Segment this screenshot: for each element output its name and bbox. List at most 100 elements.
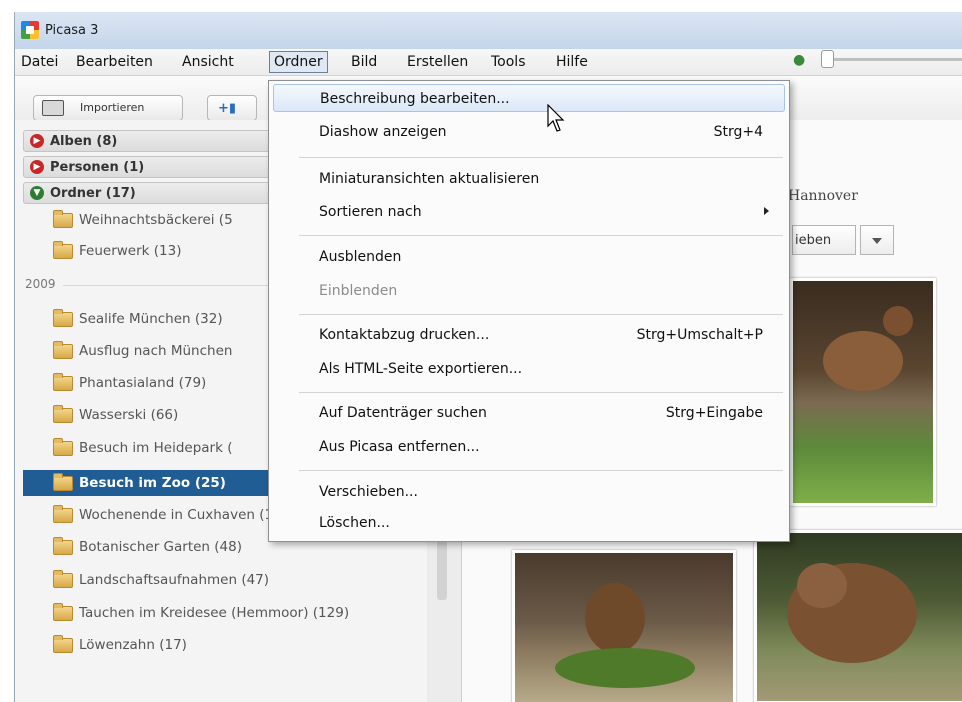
photo-thumbnail[interactable] bbox=[790, 278, 936, 506]
scrollbar-thumb[interactable] bbox=[437, 540, 447, 600]
menu-item-search-on-disk[interactable]: Auf Datenträger suchen Strg+Eingabe bbox=[273, 399, 785, 427]
add-to-album-button[interactable]: +▮ bbox=[207, 95, 257, 121]
menu-item-remove-from-picasa[interactable]: Aus Picasa entfernen... bbox=[273, 433, 785, 461]
folder-label: Besuch im Zoo (25) bbox=[79, 475, 226, 491]
folder-icon bbox=[53, 570, 73, 588]
menu-erstellen[interactable]: Erstellen bbox=[407, 54, 468, 70]
expand-arrow-icon[interactable]: ▶ bbox=[30, 160, 44, 174]
folder-icon bbox=[53, 405, 73, 423]
folder-label: Ausflug nach München bbox=[79, 343, 233, 359]
folder-label: Phantasialand (79) bbox=[79, 375, 207, 391]
menu-ordner[interactable]: Ordner bbox=[269, 51, 328, 73]
menu-bild[interactable]: Bild bbox=[351, 54, 377, 70]
menu-item-hide[interactable]: Ausblenden bbox=[273, 243, 785, 271]
folder-item[interactable]: Landschaftsaufnahmen (47) bbox=[39, 569, 423, 591]
menu-item-shortcut: Strg+Umschalt+P bbox=[636, 327, 763, 343]
year-divider-line bbox=[63, 285, 293, 286]
menu-item-refresh-thumbnails[interactable]: Miniaturansichten aktualisieren bbox=[273, 165, 785, 193]
menu-item-export-html[interactable]: Als HTML-Seite exportieren... bbox=[273, 355, 785, 383]
menu-bearbeiten[interactable]: Bearbeiten bbox=[76, 54, 153, 70]
zoom-slider-knob[interactable] bbox=[821, 50, 834, 68]
folder-item[interactable]: Löwenzahn (17) bbox=[39, 634, 423, 656]
share-dropdown-button[interactable] bbox=[860, 225, 894, 255]
menu-item-label: Als HTML-Seite exportieren... bbox=[319, 361, 523, 377]
bear-head-shape bbox=[797, 563, 847, 608]
section-albums-label: Alben (8) bbox=[50, 134, 118, 149]
zoom-icon: ● bbox=[793, 52, 806, 68]
folder-icon bbox=[53, 309, 73, 327]
menu-datei[interactable]: Datei bbox=[21, 54, 58, 70]
import-button[interactable]: Importieren bbox=[33, 95, 183, 121]
folder-label: Botanischer Garten (48) bbox=[79, 539, 242, 555]
menu-separator bbox=[299, 235, 783, 236]
bear-shape bbox=[585, 583, 645, 653]
folder-icon bbox=[53, 241, 73, 259]
menu-item-label: Diashow anzeigen bbox=[319, 124, 447, 140]
folder-icon bbox=[53, 603, 73, 621]
menu-item-label: Kontaktabzug drucken... bbox=[319, 327, 490, 343]
folder-label: Landschaftsaufnahmen (47) bbox=[79, 572, 270, 588]
folder-label: Wochenende in Cuxhaven (124) bbox=[79, 507, 296, 523]
folder-label: Löwenzahn (17) bbox=[79, 637, 187, 653]
picasa-window: Picasa 3 Datei Bearbeiten Ansicht Ordner… bbox=[14, 12, 962, 702]
menu-item-label: Einblenden bbox=[319, 283, 398, 299]
expand-arrow-icon[interactable]: ▶ bbox=[30, 134, 44, 148]
zoom-slider-track[interactable] bbox=[821, 58, 962, 61]
menu-item-move[interactable]: Verschieben... bbox=[273, 478, 785, 506]
share-button[interactable]: ieben bbox=[792, 225, 856, 255]
menu-item-label: Sortieren nach bbox=[319, 204, 422, 220]
menu-separator bbox=[299, 157, 783, 158]
mouse-cursor-icon bbox=[547, 104, 565, 132]
chevron-down-icon bbox=[872, 238, 882, 244]
menu-item-label: Ausblenden bbox=[319, 249, 402, 265]
folder-icon bbox=[53, 210, 73, 228]
menu-item-edit-description[interactable]: Beschreibung bearbeiten... bbox=[273, 84, 785, 112]
folder-label: Feuerwerk (13) bbox=[79, 243, 182, 259]
menu-item-slideshow[interactable]: Diashow anzeigen Strg+4 bbox=[273, 118, 785, 146]
folder-icon bbox=[53, 635, 73, 653]
menu-item-unhide: Einblenden bbox=[273, 277, 785, 305]
menu-item-shortcut: Strg+Eingabe bbox=[665, 405, 763, 421]
menu-item-label: Aus Picasa entfernen... bbox=[319, 439, 480, 455]
ordner-menu: Beschreibung bearbeiten... Diashow anzei… bbox=[268, 80, 790, 542]
collapse-arrow-icon[interactable]: ▼ bbox=[30, 186, 44, 200]
photo-thumbnail[interactable] bbox=[512, 550, 736, 702]
menu-item-label: Verschieben... bbox=[319, 484, 418, 500]
folder-icon bbox=[53, 341, 73, 359]
share-label: ieben bbox=[795, 233, 832, 248]
folder-label: Wasserski (66) bbox=[79, 407, 179, 423]
folder-item[interactable]: Tauchen im Kreidesee (Hemmoor) (129) bbox=[39, 602, 423, 624]
menu-item-shortcut: Strg+4 bbox=[713, 124, 763, 140]
folder-label: Weihnachtsbäckerei (5 bbox=[79, 212, 233, 228]
plant-shape bbox=[555, 648, 695, 688]
menu-item-label: Beschreibung bearbeiten... bbox=[320, 91, 510, 107]
folder-icon bbox=[53, 473, 73, 491]
year-divider-label: 2009 bbox=[25, 277, 56, 291]
menu-separator bbox=[299, 392, 783, 393]
picasa-logo-icon bbox=[21, 21, 39, 39]
add-to-album-icon: +▮ bbox=[218, 101, 237, 116]
menu-item-sort-by[interactable]: Sortieren nach bbox=[273, 198, 785, 226]
menu-hilfe[interactable]: Hilfe bbox=[556, 54, 588, 70]
folder-icon bbox=[53, 537, 73, 555]
menu-separator bbox=[299, 314, 783, 315]
menu-tools[interactable]: Tools bbox=[491, 54, 526, 70]
menu-separator bbox=[299, 470, 783, 471]
folder-icon bbox=[53, 505, 73, 523]
photo-thumbnail[interactable] bbox=[754, 530, 962, 702]
menu-bar: Datei Bearbeiten Ansicht Ordner Bild Ers… bbox=[15, 49, 962, 76]
kangaroo-head-shape bbox=[883, 306, 913, 336]
folder-label: Sealife München (32) bbox=[79, 311, 223, 327]
section-people-label: Personen (1) bbox=[50, 160, 145, 175]
folder-icon bbox=[53, 373, 73, 391]
title-bar: Picasa 3 bbox=[15, 12, 962, 49]
window-title: Picasa 3 bbox=[45, 23, 99, 38]
folder-label: Besuch im Heidepark ( bbox=[79, 440, 233, 456]
menu-ansicht[interactable]: Ansicht bbox=[182, 54, 234, 70]
folder-icon bbox=[53, 438, 73, 456]
import-label: Importieren bbox=[80, 101, 145, 114]
submenu-arrow-icon bbox=[764, 207, 769, 215]
menu-item-print-contact-sheet[interactable]: Kontaktabzug drucken... Strg+Umschalt+P bbox=[273, 321, 785, 349]
kangaroo-shape bbox=[823, 331, 903, 391]
menu-item-delete[interactable]: Löschen... bbox=[273, 509, 785, 537]
